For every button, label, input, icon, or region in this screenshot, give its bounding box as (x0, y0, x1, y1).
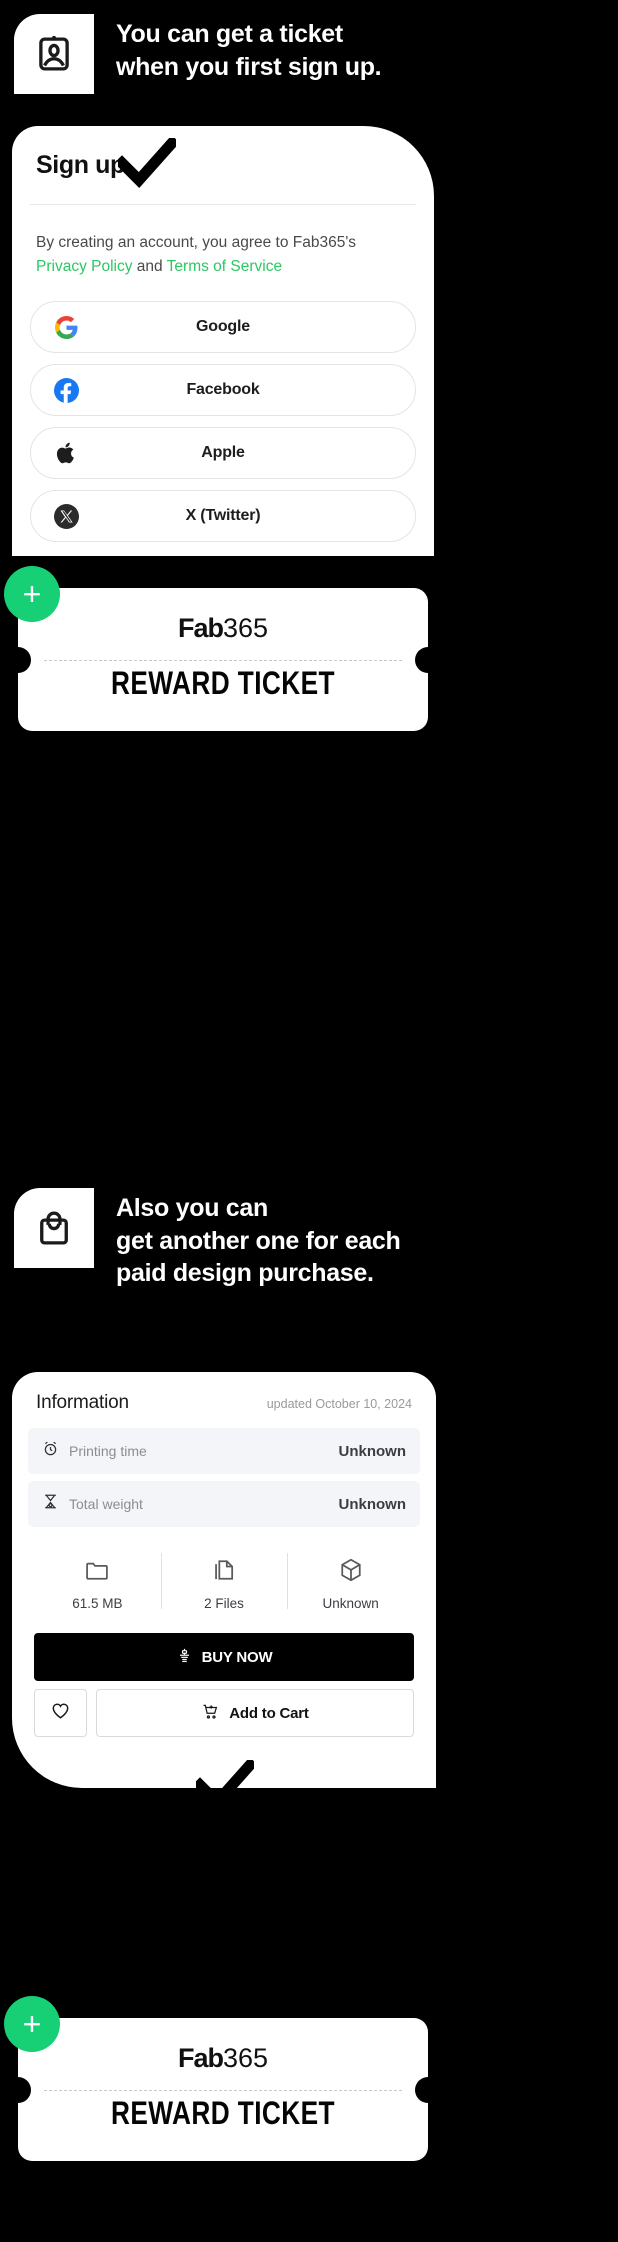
ticket-title: REWARD TICKET (111, 2095, 335, 2131)
apple-icon (53, 440, 79, 466)
agreement-prefix: By creating an account, you agree to Fab… (36, 234, 357, 251)
promo-text-signup: You can get a ticket when you first sign… (116, 14, 382, 83)
cube-icon (287, 1553, 414, 1587)
ticket-brand-logo: Fab365 (18, 588, 428, 644)
signup-header: Sign up (30, 126, 416, 204)
brand-number: 365 (222, 613, 269, 643)
stat-label: 61.5 MB (72, 1596, 123, 1611)
terms-of-service-link[interactable]: Terms of Service (167, 258, 282, 275)
signup-card: Sign up By creating an account, you agre… (12, 126, 434, 556)
cart-plus-icon (201, 1702, 220, 1725)
stat-label: 2 Files (204, 1596, 244, 1611)
agreement-text: By creating an account, you agree to Fab… (30, 205, 416, 283)
information-header: Information updated October 10, 2024 (28, 1372, 420, 1428)
spec-label: Printing time (69, 1443, 147, 1459)
reward-ticket-1: + Fab365 REWARD TICKET (4, 566, 441, 731)
alarm-clock-icon (42, 1440, 59, 1462)
facebook-icon (53, 377, 79, 403)
google-icon (53, 314, 79, 340)
buy-now-button[interactable]: BUY NOW (34, 1633, 414, 1681)
file-stats: 61.5 MB 2 Files Unknown (28, 1547, 420, 1615)
plus-badge-icon: + (4, 1996, 60, 2052)
ticket-perforation (44, 2090, 402, 2091)
add-to-cart-button[interactable]: Add to Cart (96, 1689, 414, 1737)
social-login-list: Google Facebook Apple X (Twitter) (30, 301, 416, 543)
stat-dimensions: Unknown (287, 1547, 414, 1615)
login-label: Google (196, 318, 250, 336)
brand-number: 365 (222, 2043, 269, 2073)
updated-date: updated October 10, 2024 (266, 1397, 412, 1411)
promo-line: Also you can (116, 1194, 268, 1222)
3d-printer-icon (176, 1647, 193, 1668)
stat-label: Unknown (322, 1596, 379, 1611)
privacy-policy-link[interactable]: Privacy Policy (36, 258, 132, 275)
buy-now-label: BUY NOW (201, 1648, 273, 1666)
information-card: Information updated October 10, 2024 Pri… (12, 1372, 436, 1788)
ticket-notch-left (5, 2077, 31, 2103)
ticket-body: Fab365 REWARD TICKET (5, 588, 441, 731)
promo-block-purchase: Also you can get another one for each pa… (14, 1188, 594, 1290)
login-label: Facebook (186, 381, 260, 399)
login-button-google[interactable]: Google (30, 301, 416, 354)
promo-line: You can get a ticket (116, 20, 343, 48)
brand-word: Fab (177, 2043, 224, 2073)
id-card-icon (14, 14, 94, 94)
reward-ticket-2: + Fab365 REWARD TICKET (4, 1996, 441, 2161)
weight-scale-icon (42, 1493, 59, 1515)
login-button-apple[interactable]: Apple (30, 427, 416, 480)
login-button-x-twitter[interactable]: X (Twitter) (30, 490, 416, 543)
promo-page: You can get a ticket when you first sign… (0, 0, 618, 2242)
wishlist-button[interactable] (34, 1689, 87, 1737)
spec-value: Unknown (338, 1495, 407, 1513)
promo-line: when you first sign up. (116, 52, 382, 81)
ticket-body: Fab365 REWARD TICKET (5, 2018, 441, 2161)
add-to-cart-label: Add to Cart (229, 1704, 309, 1722)
agreement-middle: and (132, 258, 167, 276)
login-label: Apple (201, 444, 245, 462)
plus-badge-icon: + (4, 566, 60, 622)
brand-word: Fab (177, 613, 224, 643)
folder-icon (34, 1553, 161, 1587)
ticket-notch-left (5, 647, 31, 673)
spec-row-printing-time: Printing time Unknown (28, 1428, 420, 1474)
bottom-actions: Add to Cart (34, 1689, 414, 1737)
ticket-title: REWARD TICKET (111, 665, 335, 701)
checkmark-icon (192, 1757, 258, 1815)
login-label: X (Twitter) (185, 507, 261, 525)
ticket-perforation (44, 660, 402, 661)
heart-icon (50, 1700, 71, 1726)
stat-file-count: 2 Files (160, 1547, 288, 1615)
promo-line: get another one for each (116, 1226, 401, 1255)
ticket-brand-logo: Fab365 (18, 2018, 428, 2074)
x-twitter-icon (53, 503, 79, 529)
ticket-notch-right (415, 647, 441, 673)
signup-title: Sign up (36, 150, 125, 179)
stat-file-size: 61.5 MB (34, 1547, 161, 1615)
spec-label: Total weight (69, 1496, 143, 1512)
files-icon (161, 1553, 288, 1587)
login-button-facebook[interactable]: Facebook (30, 364, 416, 417)
promo-text-purchase: Also you can get another one for each pa… (116, 1188, 401, 1290)
promo-line: paid design purchase. (116, 1259, 374, 1287)
checkmark-icon (114, 135, 180, 193)
spec-row-total-weight: Total weight Unknown (28, 1481, 420, 1527)
spec-value: Unknown (338, 1442, 407, 1460)
information-title: Information (36, 1392, 129, 1413)
ticket-notch-right (415, 2077, 441, 2103)
shopping-bag-icon (14, 1188, 94, 1268)
promo-block-signup: You can get a ticket when you first sign… (14, 14, 594, 94)
